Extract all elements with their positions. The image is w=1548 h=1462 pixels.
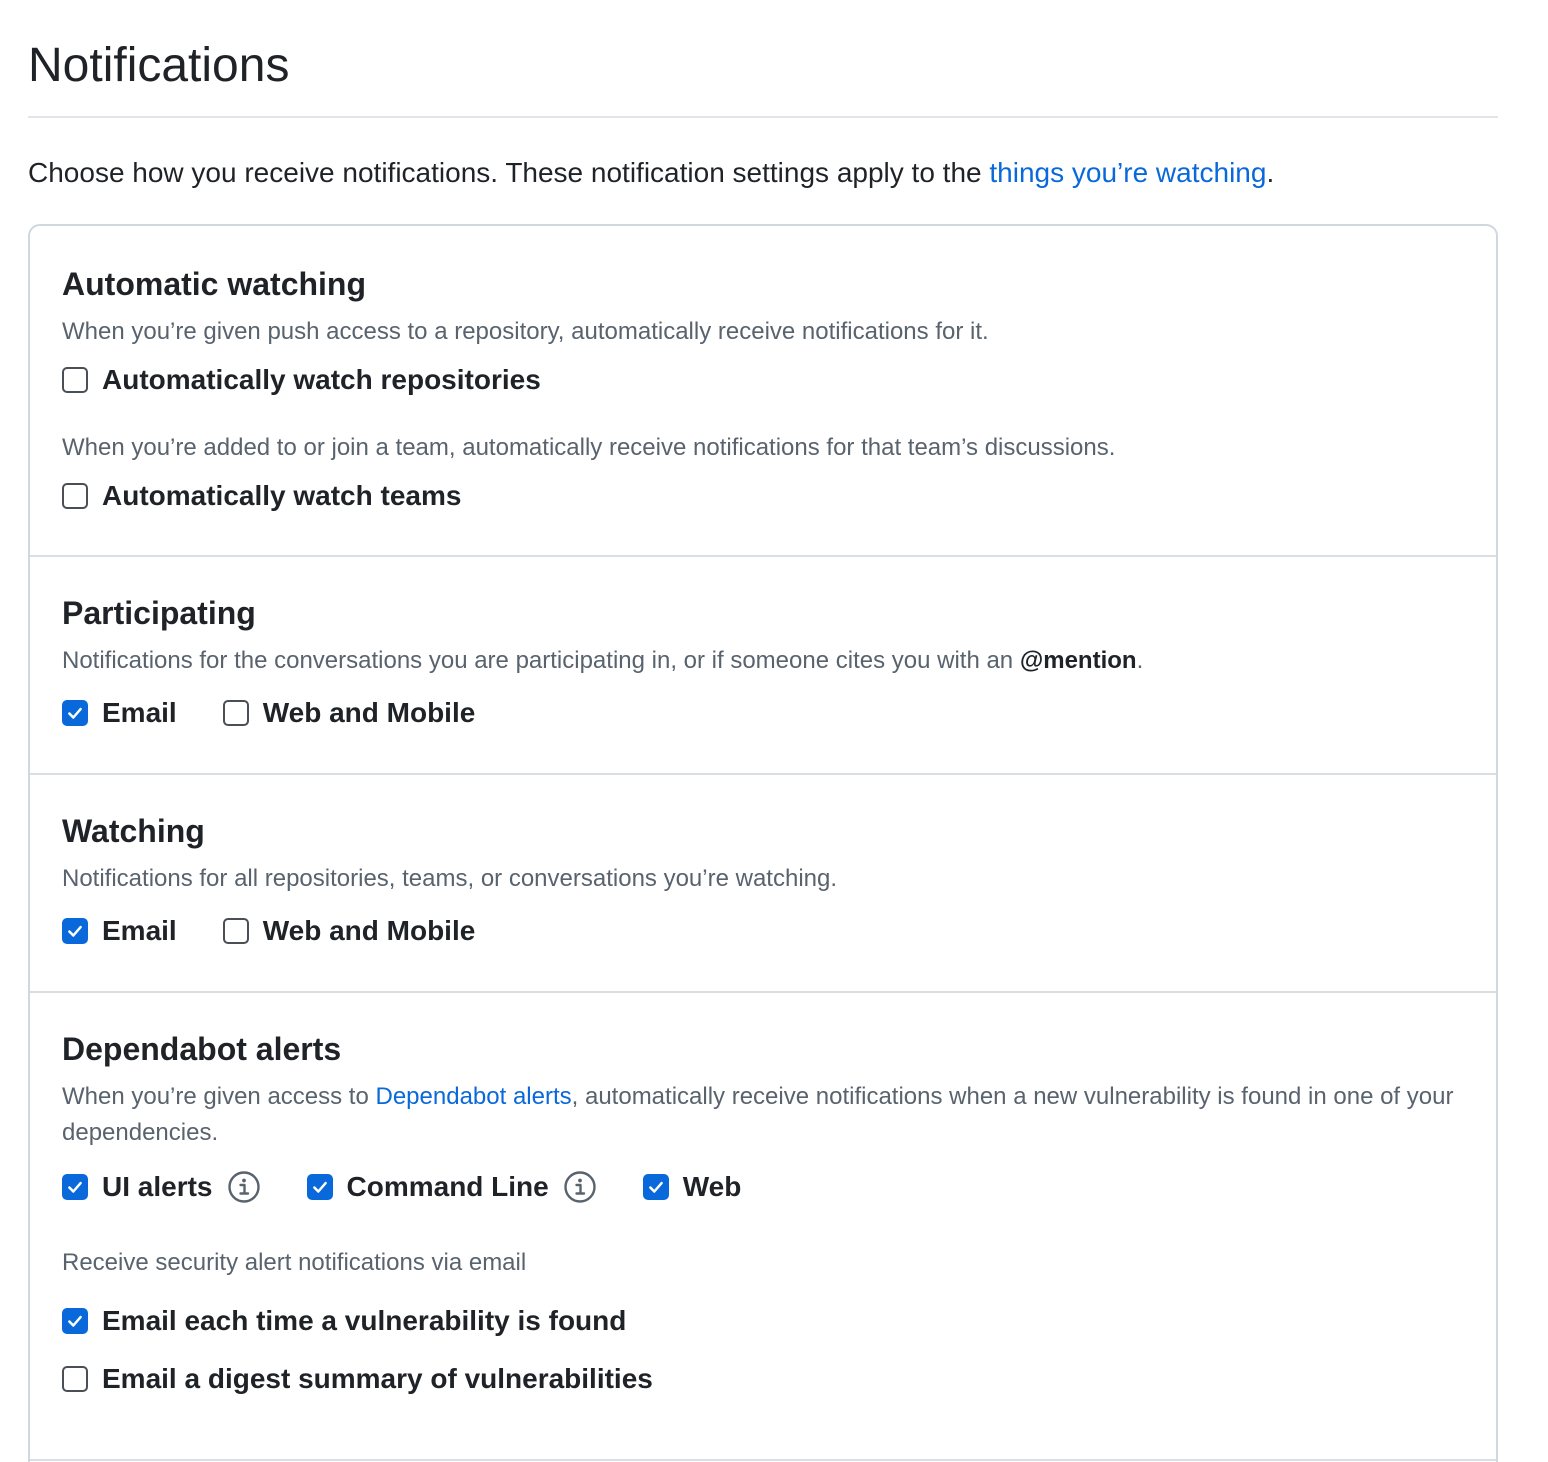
email-digest-checkbox[interactable] [62,1366,88,1392]
automatic-repos-row: Automatically watch repositories [62,360,587,400]
automatic-repos-description: When you’re given push access to a repos… [62,318,989,345]
auto-watch-teams-label: Automatically watch teams [102,480,462,511]
watching-web-mobile-checkbox[interactable] [222,918,249,944]
title-divider [28,116,1498,118]
participating-options-row: Email Web and Mobile [62,693,521,733]
intro-period: . [1266,157,1275,188]
checkmark-icon [68,1181,82,1193]
automatic-teams-description: When you’re added to or join a team, aut… [62,434,1116,461]
checkmark-icon [648,1181,663,1193]
ui-alerts-option[interactable]: UI alerts [62,1167,261,1207]
auto-watch-repos-label: Automatically watch repositories [102,364,541,395]
participating-email-option[interactable]: Email [62,693,177,733]
ui-alerts-label: UI alerts [102,1171,213,1202]
info-icon[interactable] [563,1170,597,1204]
command-line-checkbox[interactable] [306,1174,333,1200]
intro-label: Choose how you receive notifications. Th… [28,157,990,188]
email-digest-label: Email a digest summary of vulnerabilitie… [102,1363,653,1394]
section-divider [30,1459,1496,1461]
info-icon[interactable] [227,1170,261,1204]
watching-email-option[interactable]: Email [62,911,177,951]
participating-email-label: Email [102,697,177,728]
automatic-teams-row: Automatically watch teams [62,476,507,516]
participating-web-mobile-checkbox[interactable] [222,700,249,726]
participating-description: Notifications for the conversations you … [62,643,1143,679]
participating-section: Participating Notifications for the conv… [30,557,1496,773]
web-checkbox[interactable] [642,1174,669,1200]
watching-section: Watching Notifications for all repositor… [30,775,1496,991]
watching-description: Notifications for all repositories, team… [62,865,838,892]
auto-watch-teams-option[interactable]: Automatically watch teams [62,476,461,516]
watching-email-checkbox[interactable] [62,918,88,944]
email-each-checkbox[interactable] [62,1308,88,1334]
checkmark-icon [312,1181,327,1193]
web-label: Web [682,1171,742,1202]
participating-web-mobile-option[interactable]: Web and Mobile [222,693,476,733]
command-line-option[interactable]: Command Line [306,1167,597,1207]
email-digest-option[interactable]: Email a digest summary of vulnerabilitie… [62,1359,653,1399]
section-title-participating: Participating [62,595,256,631]
email-each-row: Email each time a vulnerability is found [62,1301,672,1341]
notification-settings-box: Automatic watching When you’re given pus… [28,224,1498,1462]
section-title-automatic-watching: Automatic watching [62,266,367,302]
dependabot-desc-start: When you’re given access to [62,1083,376,1110]
dependabot-section: Dependabot alerts When you’re given acce… [30,993,1496,1462]
participating-email-checkbox[interactable] [62,700,88,726]
participating-web-mobile-label: Web and Mobile [262,697,476,728]
ui-alerts-checkbox[interactable] [62,1174,88,1200]
automatic-watching-section: Automatic watching When you’re given pus… [30,226,1496,556]
dependabot-alerts-link[interactable]: Dependabot alerts [376,1083,572,1110]
email-digest-row: Email a digest summary of vulnerabilitie… [62,1359,699,1399]
checkmark-icon [68,707,82,719]
watching-options-row: Email Web and Mobile [62,911,521,951]
section-title-watching: Watching [62,813,205,849]
auto-watch-repos-checkbox[interactable] [62,367,88,393]
notifications-page: Notifications Choose how you receive not… [0,0,1548,1462]
auto-watch-repos-option[interactable]: Automatically watch repositories [62,360,541,400]
dependabot-options-row: UI alerts Command Line Web [62,1167,787,1207]
email-each-option[interactable]: Email each time a vulnerability is found [62,1301,626,1341]
watching-email-label: Email [102,915,177,946]
security-email-description: Receive security alert notifications via… [62,1249,527,1276]
mention-text: @mention [1019,647,1137,674]
auto-watch-teams-checkbox[interactable] [62,483,88,509]
email-each-label: Email each time a vulnerability is found [102,1305,627,1336]
page-title: Notifications [28,39,290,92]
web-option[interactable]: Web [642,1167,742,1207]
dependabot-description: When you’re given access to Dependabot a… [62,1079,1472,1151]
watching-web-mobile-option[interactable]: Web and Mobile [222,911,476,951]
things-watching-link[interactable]: things you’re watching [989,157,1266,188]
checkmark-icon [68,1315,82,1327]
command-line-label: Command Line [346,1171,549,1202]
section-title-dependabot: Dependabot alerts [62,1031,342,1067]
participating-desc-end: . [1136,647,1144,674]
intro-text: Choose how you receive notifications. Th… [28,154,1274,192]
checkmark-icon [68,925,82,937]
participating-desc-text: Notifications for the conversations you … [62,647,1020,674]
watching-web-mobile-label: Web and Mobile [262,915,476,946]
